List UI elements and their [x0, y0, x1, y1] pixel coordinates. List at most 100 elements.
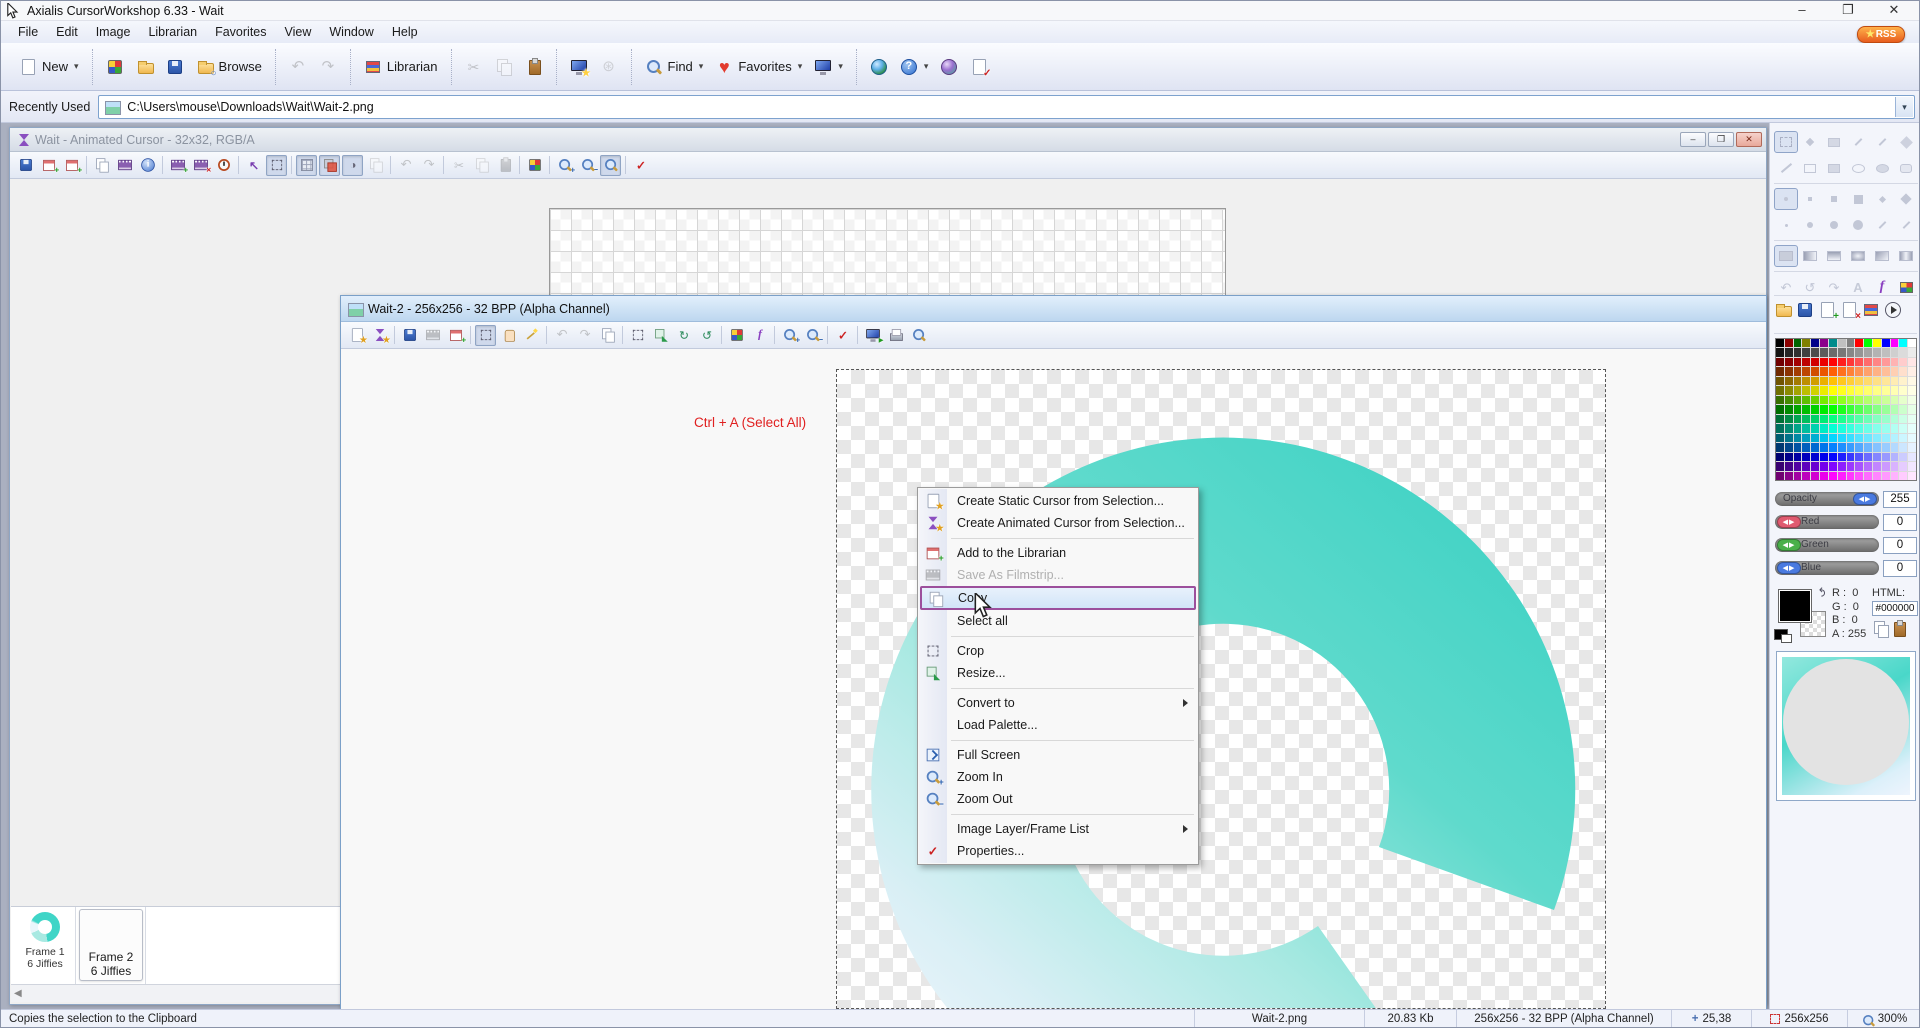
palette-color-cell[interactable]: [1855, 443, 1863, 451]
palette-color-cell[interactable]: [1829, 472, 1837, 480]
palette-color-cell[interactable]: [1802, 415, 1810, 423]
redo-button[interactable]: ↷: [418, 155, 439, 176]
palette-color-cell[interactable]: [1873, 386, 1881, 394]
palette-menu-button[interactable]: [1884, 301, 1902, 322]
palette-color-cell[interactable]: [1882, 386, 1890, 394]
transparency-view-button[interactable]: [319, 155, 340, 176]
palette-color-cell[interactable]: [1882, 443, 1890, 451]
dropdown-arrow-icon[interactable]: ▾: [924, 61, 929, 72]
combobox-dropdown-icon[interactable]: ▾: [1895, 97, 1913, 117]
palette-color-cell[interactable]: [1838, 453, 1846, 461]
dropdown-arrow-icon[interactable]: ▾: [798, 61, 803, 72]
palette-color-cell[interactable]: [1847, 377, 1855, 385]
palette-color-cell[interactable]: [1776, 462, 1784, 470]
palette-color-cell[interactable]: [1873, 396, 1881, 404]
palette-color-cell[interactable]: [1899, 386, 1907, 394]
palette-color-cell[interactable]: [1864, 405, 1872, 413]
palette-color-cell[interactable]: [1891, 358, 1899, 366]
crop-button[interactable]: [627, 325, 648, 346]
add-frame-after-button[interactable]: +: [61, 155, 82, 176]
palette-color-cell[interactable]: [1838, 443, 1846, 451]
screen-button[interactable]: ▾: [808, 54, 849, 80]
palette-color-cell[interactable]: [1802, 358, 1810, 366]
favorites-button[interactable]: ♥Favorites▾: [709, 54, 808, 80]
palette-color-cell[interactable]: [1908, 358, 1916, 366]
dropdown-arrow-icon[interactable]: ▾: [74, 61, 79, 72]
palette-list-button[interactable]: [1862, 301, 1880, 322]
palette-color-cell[interactable]: [1908, 415, 1916, 423]
palette-color-cell[interactable]: [1864, 415, 1872, 423]
palette-color-cell[interactable]: [1882, 453, 1890, 461]
minimize-icon[interactable]: –: [1779, 1, 1825, 21]
palette-color-cell[interactable]: [1794, 358, 1802, 366]
fill-gradient-corner[interactable]: [1870, 245, 1894, 267]
palette-color-cell[interactable]: [1908, 453, 1916, 461]
palette-color-cell[interactable]: [1882, 377, 1890, 385]
brush-tool[interactable]: [1870, 131, 1894, 153]
palette-color-cell[interactable]: [1847, 472, 1855, 480]
frame-item-1[interactable]: Frame 16 Jiffies: [17, 910, 73, 970]
hand-tool-button[interactable]: [498, 325, 519, 346]
palette-color-cell[interactable]: [1882, 367, 1890, 375]
dropdown-arrow-icon[interactable]: ▾: [699, 61, 704, 72]
context-menu-item-resize[interactable]: Resize...: [919, 662, 1197, 684]
palette-color-cell[interactable]: [1794, 472, 1802, 480]
palette-color-cell[interactable]: [1864, 358, 1872, 366]
palette-color-cell[interactable]: [1847, 396, 1855, 404]
palette-color-cell[interactable]: [1847, 434, 1855, 442]
palette-color-cell[interactable]: [1811, 386, 1819, 394]
web-button[interactable]: [864, 54, 894, 80]
doc1-title-bar[interactable]: Wait - Animated Cursor - 32x32, RGB/A – …: [10, 128, 1766, 152]
palette-color-cell[interactable]: [1838, 358, 1846, 366]
palette-color-cell[interactable]: [1899, 367, 1907, 375]
menu-image[interactable]: Image: [87, 22, 140, 42]
new-button[interactable]: New▾: [13, 54, 85, 80]
eraser-tool[interactable]: [1822, 131, 1846, 153]
doc1-minimize-icon[interactable]: –: [1680, 132, 1706, 147]
palette-color-cell[interactable]: [1873, 434, 1881, 442]
redo-button[interactable]: ↷: [313, 54, 343, 80]
palette-color-cell[interactable]: [1776, 386, 1784, 394]
wizard-button[interactable]: ★: [564, 54, 594, 80]
palette-color-cell[interactable]: [1820, 405, 1828, 413]
export-button[interactable]: ▸: [862, 325, 883, 346]
context-menu-item-load-palette[interactable]: Load Palette...: [919, 714, 1197, 736]
palette-color-cell[interactable]: [1882, 396, 1890, 404]
frame-item-2[interactable]: Frame 26 Jiffies: [79, 909, 143, 981]
palette-color-cell[interactable]: [1847, 424, 1855, 432]
palette-color-cell[interactable]: [1829, 453, 1837, 461]
palette-color-cell[interactable]: [1802, 434, 1810, 442]
palette-color-cell[interactable]: [1820, 453, 1828, 461]
context-menu-item-convert-to[interactable]: Convert to: [919, 692, 1197, 714]
palette-color-cell[interactable]: [1899, 443, 1907, 451]
palette-color-cell[interactable]: [1829, 377, 1837, 385]
pencil-tool[interactable]: [1846, 131, 1870, 153]
palette-color-cell[interactable]: [1908, 396, 1916, 404]
new-from-librarian-button[interactable]: [100, 54, 130, 80]
palette-color-cell[interactable]: [1811, 434, 1819, 442]
palette-color-cell[interactable]: [1908, 462, 1916, 470]
palette-color-cell[interactable]: [1891, 348, 1899, 356]
palette-color-cell[interactable]: [1873, 367, 1881, 375]
open-button[interactable]: [130, 54, 160, 80]
zoom-out-button[interactable]: −: [802, 325, 823, 346]
palette-color-cell[interactable]: [1891, 339, 1899, 347]
palette-color-cell[interactable]: [1838, 386, 1846, 394]
palette-color-cell[interactable]: [1864, 367, 1872, 375]
blue-slider-arrows[interactable]: ◀▶: [1777, 562, 1801, 574]
palette-color-cell[interactable]: [1882, 462, 1890, 470]
brush-size-9[interactable]: [1822, 214, 1846, 236]
palette-color-cell[interactable]: [1829, 348, 1837, 356]
palette-color-cell[interactable]: [1829, 386, 1837, 394]
paste-color-icon[interactable]: [1890, 620, 1904, 634]
palette-color-cell[interactable]: [1794, 415, 1802, 423]
menu-file[interactable]: File: [9, 22, 47, 42]
palette-color-cell[interactable]: [1882, 339, 1890, 347]
palette-color-cell[interactable]: [1864, 386, 1872, 394]
palette-color-cell[interactable]: [1785, 396, 1793, 404]
resize-button[interactable]: [650, 325, 671, 346]
palette-color-cell[interactable]: [1829, 424, 1837, 432]
menu-favorites[interactable]: Favorites: [206, 22, 275, 42]
update-button[interactable]: ✓: [964, 54, 994, 80]
save-button[interactable]: [15, 155, 36, 176]
